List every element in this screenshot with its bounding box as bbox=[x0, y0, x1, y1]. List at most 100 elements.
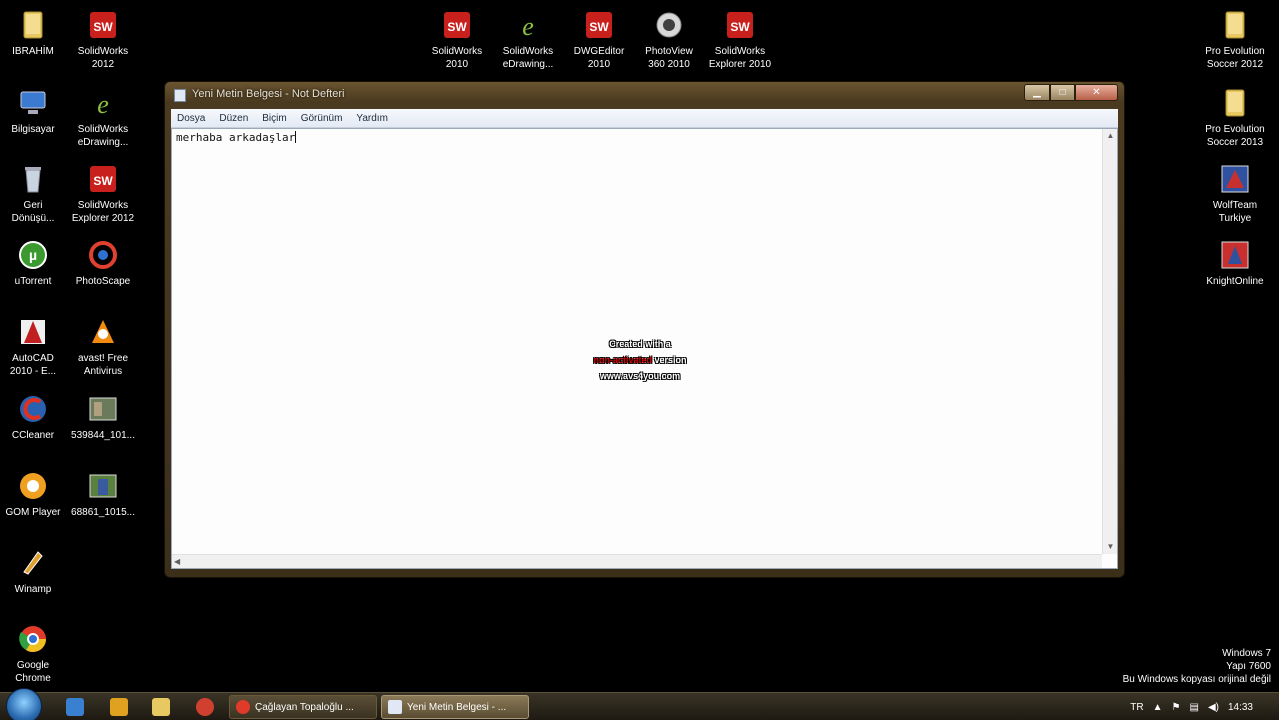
chrome-icon bbox=[236, 700, 250, 714]
menu-bar: Dosya Düzen Biçim Görünüm Yardım bbox=[171, 109, 1118, 128]
clock[interactable]: 14:33 bbox=[1228, 702, 1253, 713]
solidworks-icon: SW bbox=[86, 162, 120, 196]
svg-text:SW: SW bbox=[589, 20, 609, 34]
internet-explorer-icon[interactable] bbox=[66, 698, 84, 716]
language-indicator[interactable]: TR bbox=[1130, 702, 1143, 713]
menu-yardim[interactable]: Yardım bbox=[356, 113, 388, 124]
computer-icon bbox=[16, 86, 50, 120]
svg-text:e: e bbox=[97, 90, 109, 119]
notepad-icon bbox=[174, 89, 186, 102]
desktop-icon-bilgisayar[interactable]: Bilgisayar bbox=[0, 86, 69, 136]
close-button[interactable]: ✕ bbox=[1075, 84, 1118, 101]
desktop-icon-avast[interactable]: avast! Free Antivirus bbox=[67, 315, 139, 378]
maximize-icon: □ bbox=[1059, 87, 1066, 98]
desktop-icon-geri-donusum[interactable]: Geri Dönüşü... bbox=[0, 162, 69, 225]
scroll-down-icon[interactable]: ▼ bbox=[1103, 540, 1118, 554]
gom-player-icon bbox=[16, 469, 50, 503]
taskbar-item-chrome[interactable]: Çağlayan Topaloğlu ... bbox=[229, 695, 377, 719]
desktop-icon-solidworks-edrawings[interactable]: e SolidWorks eDrawing... bbox=[67, 86, 139, 149]
menu-bicim[interactable]: Biçim bbox=[262, 113, 286, 124]
solidworks-icon: SW bbox=[723, 8, 757, 42]
image-thumbnail-icon bbox=[86, 469, 120, 503]
svg-text:SW: SW bbox=[730, 20, 750, 34]
text-caret bbox=[295, 131, 297, 143]
desktop-icon-solidworks-edrawings-top[interactable]: e SolidWorks eDrawing... bbox=[492, 8, 564, 71]
desktop-icon-image-539844[interactable]: 539844_101... bbox=[67, 392, 139, 442]
solidworks-icon: SW bbox=[440, 8, 474, 42]
photoview-icon bbox=[652, 8, 686, 42]
volume-icon[interactable]: ◀) bbox=[1208, 702, 1219, 713]
svg-text:SW: SW bbox=[93, 20, 113, 34]
ccleaner-icon bbox=[16, 392, 50, 426]
svg-text:e: e bbox=[522, 12, 534, 41]
horizontal-scrollbar[interactable]: ◀ bbox=[172, 554, 1102, 568]
edrawings-icon: e bbox=[511, 8, 545, 42]
desktop-icon-photoview[interactable]: PhotoView 360 2010 bbox=[633, 8, 705, 71]
desktop-icon-ccleaner[interactable]: CCleaner bbox=[0, 392, 69, 442]
scroll-left-icon[interactable]: ◀ bbox=[174, 555, 180, 569]
desktop-icon-google-chrome[interactable]: Google Chrome bbox=[0, 622, 69, 685]
network-icon[interactable]: ▤ bbox=[1189, 702, 1198, 713]
close-icon: ✕ bbox=[1092, 87, 1101, 98]
show-hidden-icons-icon[interactable]: ▲ bbox=[1153, 702, 1163, 713]
desktop-icon-pes-2012[interactable]: Pro Evolution Soccer 2012 bbox=[1199, 8, 1271, 71]
desktop-icon-wolfteam[interactable]: WolfTeam Turkiye bbox=[1199, 162, 1271, 225]
recycle-bin-icon bbox=[16, 162, 50, 196]
desktop-icon-autocad[interactable]: AutoCAD 2010 - E... bbox=[0, 315, 69, 378]
solidworks-icon: SW bbox=[86, 8, 120, 42]
svg-text:SW: SW bbox=[93, 174, 113, 188]
menu-duzen[interactable]: Düzen bbox=[219, 113, 248, 124]
system-tray: TR ▲ ⚑ ▤ ◀) 14:33 bbox=[1130, 693, 1279, 720]
desktop-icon-solidworks-explorer-2010[interactable]: SW SolidWorks Explorer 2010 bbox=[704, 8, 776, 71]
winamp-icon bbox=[16, 546, 50, 580]
media-player-icon[interactable] bbox=[110, 698, 128, 716]
start-button[interactable] bbox=[6, 688, 42, 720]
desktop-icon-photoscape[interactable]: PhotoScape bbox=[67, 238, 139, 288]
vertical-scrollbar[interactable]: ▲ ▼ bbox=[1102, 129, 1117, 554]
avast-icon bbox=[86, 315, 120, 349]
maximize-button[interactable]: □ bbox=[1050, 84, 1075, 101]
taskbar: Çağlayan Topaloğlu ... Yeni Metin Belges… bbox=[0, 688, 1279, 720]
desktop-icon-winamp[interactable]: Winamp bbox=[0, 546, 69, 596]
windows-activation-notice: Windows 7 Yapı 7600 Bu Windows kopyası o… bbox=[1122, 648, 1271, 685]
desktop-icon-pes-2013[interactable]: Pro Evolution Soccer 2013 bbox=[1199, 86, 1271, 149]
edrawings-icon: e bbox=[86, 86, 120, 120]
menu-gorunum[interactable]: Görünüm bbox=[301, 113, 343, 124]
desktop-icon-solidworks-2012[interactable]: SW SolidWorks 2012 bbox=[67, 8, 139, 71]
folder-icon bbox=[16, 8, 50, 42]
autocad-icon bbox=[16, 315, 50, 349]
svg-text:SW: SW bbox=[447, 20, 467, 34]
action-center-icon[interactable]: ⚑ bbox=[1172, 702, 1181, 713]
taskbar-item-notepad[interactable]: Yeni Metin Belgesi - ... bbox=[381, 695, 529, 719]
desktop-icon-solidworks-explorer-2012[interactable]: SW SolidWorks Explorer 2012 bbox=[67, 162, 139, 225]
minimize-icon: ▁ bbox=[1033, 87, 1041, 98]
window-controls: ▁ □ ✕ bbox=[1024, 84, 1118, 101]
photoscape-icon bbox=[86, 238, 120, 272]
desktop-icon-utorrent[interactable]: µ uTorrent bbox=[0, 238, 69, 288]
window-title: Yeni Metin Belgesi - Not Defteri bbox=[192, 88, 345, 100]
scroll-up-icon[interactable]: ▲ bbox=[1103, 129, 1118, 143]
desktop-icon-ibrahim[interactable]: IBRAHİM bbox=[0, 8, 69, 58]
recorder-watermark: Created with a non-activated version www… bbox=[593, 339, 687, 381]
menu-dosya[interactable]: Dosya bbox=[177, 113, 205, 124]
image-thumbnail-icon bbox=[86, 392, 120, 426]
folder-icon bbox=[1218, 8, 1252, 42]
editor-content[interactable]: merhaba arkadaşlar bbox=[176, 131, 297, 144]
svg-text:µ: µ bbox=[29, 247, 37, 263]
desktop-icon-solidworks-2010[interactable]: SW SolidWorks 2010 bbox=[421, 8, 493, 71]
minimize-button[interactable]: ▁ bbox=[1024, 84, 1050, 101]
dwgeditor-icon: SW bbox=[582, 8, 616, 42]
wolfteam-icon bbox=[1218, 162, 1252, 196]
explorer-folder-icon[interactable] bbox=[152, 698, 170, 716]
desktop-icon-image-68861[interactable]: 68861_1015... bbox=[67, 469, 139, 519]
notepad-window[interactable]: Yeni Metin Belgesi - Not Defteri ▁ □ ✕ D… bbox=[164, 81, 1125, 578]
utorrent-icon: µ bbox=[16, 238, 50, 272]
title-bar[interactable]: Yeni Metin Belgesi - Not Defteri ▁ □ ✕ bbox=[165, 82, 1124, 108]
desktop-icon-gom-player[interactable]: GOM Player bbox=[0, 469, 69, 519]
folder-icon bbox=[1218, 86, 1252, 120]
desktop-icon-dwgeditor[interactable]: SW DWGEditor 2010 bbox=[563, 8, 635, 71]
photoscape-taskbar-icon[interactable] bbox=[196, 698, 214, 716]
desktop-icon-knightonline[interactable]: KnightOnline bbox=[1199, 238, 1271, 288]
notepad-icon bbox=[388, 700, 402, 714]
chrome-icon bbox=[16, 622, 50, 656]
